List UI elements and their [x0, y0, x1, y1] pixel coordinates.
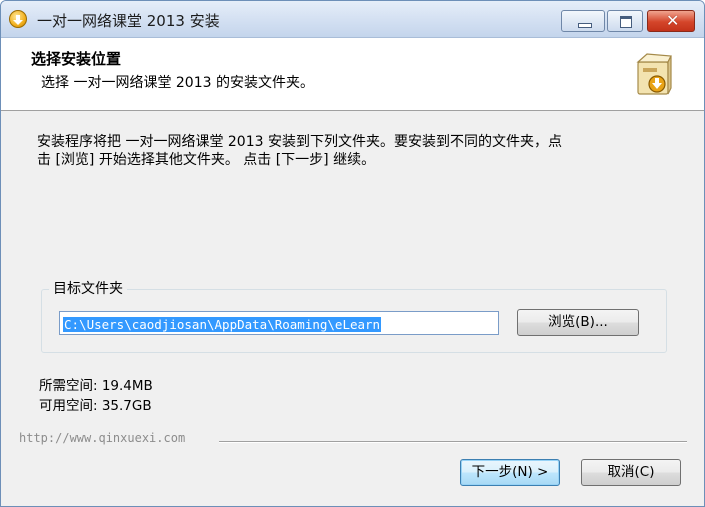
content-area: 安装程序将把 一对一网络课堂 2013 安装到下列文件夹。要安装到不同的文件夹，… — [1, 111, 704, 506]
maximize-button[interactable] — [607, 10, 643, 32]
installer-window: 一对一网络课堂 2013 安装 ✕ 选择安装位置 选择 一对一网络课堂 2013… — [0, 0, 705, 507]
setup-box-icon — [636, 53, 672, 95]
close-icon: ✕ — [666, 11, 680, 30]
minimize-button[interactable] — [561, 10, 605, 32]
cancel-button[interactable]: 取消(C) — [581, 459, 681, 486]
destination-path-input[interactable]: C:\Users\caodjiosan\AppData\Roaming\eLea… — [59, 311, 499, 335]
instructions-line: 击 [浏览] 开始选择其他文件夹。 点击 [下一步] 继续。 — [37, 152, 376, 168]
page-title: 选择安装位置 — [31, 50, 122, 68]
space-required: 所需空间: 19.4MB — [39, 378, 153, 394]
browse-button[interactable]: 浏览(B)... — [517, 309, 639, 336]
installer-app-icon — [9, 10, 27, 28]
branding-url: http://www.qinxuexi.com — [19, 431, 186, 445]
header-panel: 选择安装位置 选择 一对一网络课堂 2013 的安装文件夹。 — [1, 38, 704, 111]
close-button[interactable]: ✕ — [647, 10, 695, 32]
destination-folder-label: 目标文件夹 — [49, 278, 127, 298]
window-title: 一对一网络课堂 2013 安装 — [37, 12, 220, 30]
maximize-icon — [620, 16, 632, 28]
minimize-icon — [578, 23, 592, 28]
instructions-text: 安装程序将把 一对一网络课堂 2013 安装到下列文件夹。要安装到不同的文件夹，… — [37, 133, 677, 169]
space-available: 可用空间: 35.7GB — [39, 398, 152, 414]
instructions-line: 安装程序将把 一对一网络课堂 2013 安装到下列文件夹。要安装到不同的文件夹，… — [37, 134, 562, 150]
next-button[interactable]: 下一步(N) > — [460, 459, 560, 486]
footer-divider — [219, 441, 687, 443]
title-bar[interactable]: 一对一网络课堂 2013 安装 ✕ — [1, 1, 704, 38]
page-subtitle: 选择 一对一网络课堂 2013 的安装文件夹。 — [41, 75, 314, 91]
destination-path-value: C:\Users\caodjiosan\AppData\Roaming\eLea… — [63, 317, 382, 332]
